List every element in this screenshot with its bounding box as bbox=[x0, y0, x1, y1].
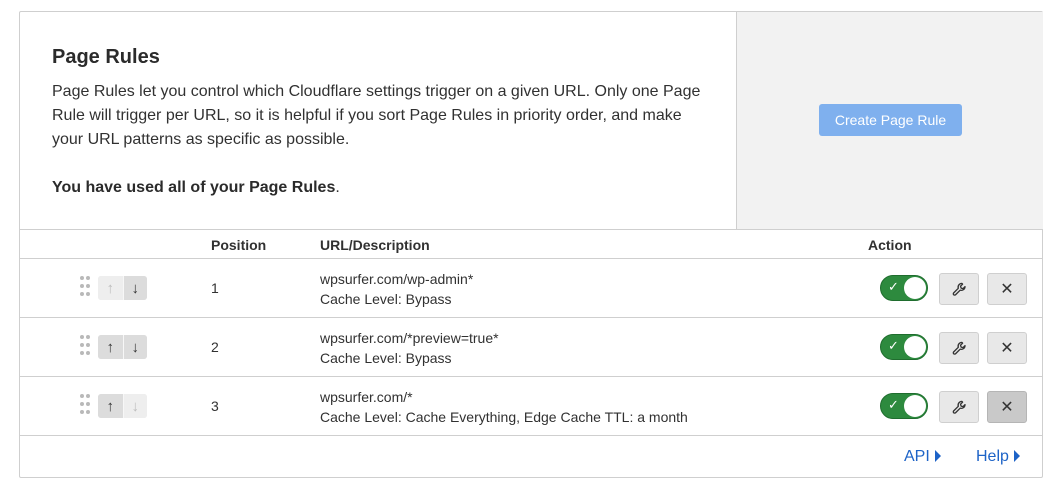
reorder-buttons: ↑ ↓ bbox=[98, 276, 147, 300]
drag-handle-icon[interactable] bbox=[80, 335, 90, 355]
table-row: ↑ ↓ 3 wpsurfer.com/* Cache Level: Cache … bbox=[20, 377, 1043, 436]
arrow-down-icon[interactable]: ↓ bbox=[122, 394, 147, 418]
rule-enabled-toggle[interactable]: ✓ bbox=[880, 275, 928, 301]
intro-description: Page Rules let you control which Cloudfl… bbox=[52, 83, 701, 148]
delete-rule-button[interactable]: ✕ bbox=[987, 332, 1027, 364]
table-row: ↑ ↓ 1 wpsurfer.com/wp-admin* Cache Level… bbox=[20, 259, 1043, 318]
rule-url-cell: wpsurfer.com/*preview=true* Cache Level:… bbox=[320, 328, 499, 368]
caret-right-icon bbox=[934, 450, 941, 462]
arrow-down-icon[interactable]: ↓ bbox=[122, 335, 147, 359]
arrow-up-icon[interactable]: ↑ bbox=[98, 276, 123, 300]
quota-note: You have used all of your Page Rules. bbox=[52, 176, 340, 200]
wrench-icon bbox=[952, 341, 966, 355]
edit-rule-button[interactable] bbox=[939, 273, 979, 305]
wrench-icon bbox=[952, 400, 966, 414]
rule-position: 2 bbox=[211, 339, 219, 355]
delete-rule-button[interactable]: ✕ bbox=[987, 273, 1027, 305]
create-panel: Create Page Rule bbox=[736, 12, 1043, 229]
drag-handle-icon[interactable] bbox=[80, 394, 90, 414]
reorder-buttons: ↑ ↓ bbox=[98, 394, 147, 418]
header-action: Action bbox=[868, 237, 912, 253]
reorder-buttons: ↑ ↓ bbox=[98, 335, 147, 359]
rule-description: Cache Level: Bypass bbox=[320, 291, 452, 307]
table-row: ↑ ↓ 2 wpsurfer.com/*preview=true* Cache … bbox=[20, 318, 1043, 377]
edit-rule-button[interactable] bbox=[939, 391, 979, 423]
quota-note-bold: You have used all of your Page Rules bbox=[52, 179, 336, 196]
close-icon: ✕ bbox=[1000, 399, 1014, 416]
rule-enabled-toggle[interactable]: ✓ bbox=[880, 334, 928, 360]
rule-position: 3 bbox=[211, 398, 219, 414]
help-link-label: Help bbox=[976, 448, 1009, 465]
rule-position: 1 bbox=[211, 280, 219, 296]
create-page-rule-button[interactable]: Create Page Rule bbox=[819, 104, 962, 136]
rule-description: Cache Level: Bypass bbox=[320, 350, 452, 366]
arrow-up-icon[interactable]: ↑ bbox=[98, 335, 123, 359]
header-url: URL/Description bbox=[320, 237, 430, 253]
api-link-label: API bbox=[904, 448, 930, 465]
quota-note-end: . bbox=[335, 179, 340, 196]
table-header: Position URL/Description Action bbox=[20, 229, 1043, 259]
edit-rule-button[interactable] bbox=[939, 332, 979, 364]
toggle-knob bbox=[904, 395, 926, 417]
delete-rule-button[interactable]: ✕ bbox=[987, 391, 1027, 423]
check-icon: ✓ bbox=[888, 338, 899, 353]
help-link[interactable]: Help bbox=[976, 448, 1020, 466]
page-rules-card: Page Rules Page Rules let you control wh… bbox=[19, 11, 1043, 478]
wrench-icon bbox=[952, 282, 966, 296]
page-title: Page Rules bbox=[52, 46, 160, 68]
api-link[interactable]: API bbox=[904, 448, 941, 466]
rule-url: wpsurfer.com/* bbox=[320, 389, 413, 405]
rule-enabled-toggle[interactable]: ✓ bbox=[880, 393, 928, 419]
rule-description: Cache Level: Cache Everything, Edge Cach… bbox=[320, 409, 688, 425]
arrow-up-icon[interactable]: ↑ bbox=[98, 394, 123, 418]
intro-section: Page Rules Page Rules let you control wh… bbox=[20, 12, 736, 229]
close-icon: ✕ bbox=[1000, 340, 1014, 357]
drag-handle-icon[interactable] bbox=[80, 276, 90, 296]
header-position: Position bbox=[211, 237, 267, 253]
caret-right-icon bbox=[1013, 450, 1020, 462]
toggle-knob bbox=[904, 336, 926, 358]
rule-url-cell: wpsurfer.com/wp-admin* Cache Level: Bypa… bbox=[320, 269, 473, 309]
rule-url-cell: wpsurfer.com/* Cache Level: Cache Everyt… bbox=[320, 387, 688, 427]
table-footer: API Help bbox=[20, 436, 1043, 478]
rule-url: wpsurfer.com/wp-admin* bbox=[320, 271, 474, 287]
check-icon: ✓ bbox=[888, 397, 899, 412]
check-icon: ✓ bbox=[888, 279, 899, 294]
rule-url: wpsurfer.com/*preview=true* bbox=[320, 330, 499, 346]
toggle-knob bbox=[904, 277, 926, 299]
close-icon: ✕ bbox=[1000, 281, 1014, 298]
arrow-down-icon[interactable]: ↓ bbox=[122, 276, 147, 300]
